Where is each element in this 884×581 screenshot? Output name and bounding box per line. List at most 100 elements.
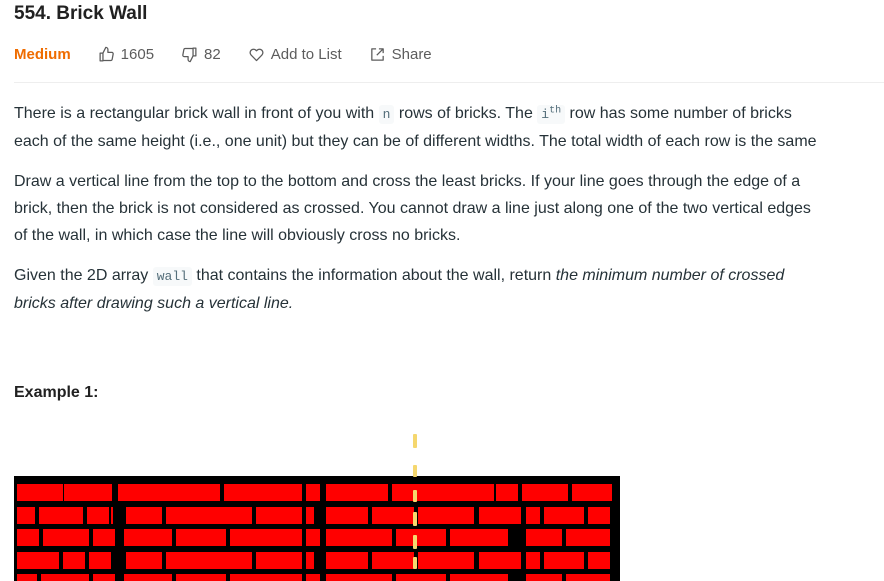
brick	[87, 507, 109, 524]
desc-text: row has some number of bricks	[565, 105, 792, 122]
brick	[418, 552, 474, 569]
add-to-list-label: Add to List	[270, 45, 342, 63]
brick	[224, 484, 302, 501]
vertical-line-dash	[413, 557, 417, 569]
brick	[566, 574, 610, 581]
brick	[450, 574, 508, 581]
description-paragraph-2: Draw a vertical line from the top to the…	[14, 168, 884, 249]
inline-code-i: ith	[537, 105, 566, 124]
desc-text: that contains the information about the …	[191, 267, 556, 284]
problem-description: There is a rectangular brick wall in fro…	[14, 100, 884, 330]
brick	[63, 552, 85, 569]
brick	[326, 484, 388, 501]
brick	[89, 552, 111, 569]
brick	[572, 484, 612, 501]
heart-icon	[249, 48, 264, 61]
brick	[64, 484, 112, 501]
brick	[166, 507, 252, 524]
description-paragraph-1: There is a rectangular brick wall in fro…	[14, 100, 884, 155]
share-label: Share	[391, 45, 432, 63]
brick	[118, 484, 220, 501]
brick	[306, 529, 320, 546]
brick	[39, 507, 83, 524]
brick	[326, 574, 392, 581]
brick	[17, 484, 63, 501]
header-divider	[14, 82, 884, 83]
code-i: i	[541, 107, 550, 122]
brick	[479, 507, 521, 524]
example-title: Example 1:	[14, 384, 99, 401]
brick	[306, 507, 314, 524]
brick	[526, 529, 562, 546]
brick	[126, 552, 162, 569]
brick	[326, 507, 368, 524]
brick	[166, 552, 252, 569]
brick	[588, 507, 610, 524]
brick	[526, 552, 540, 569]
brick	[522, 484, 568, 501]
brick	[17, 552, 59, 569]
brick	[111, 507, 113, 524]
like-button[interactable]: 1605	[98, 46, 154, 63]
dislike-count: 82	[204, 45, 221, 63]
brick	[41, 574, 89, 581]
share-button[interactable]: Share	[369, 46, 432, 63]
share-icon	[370, 47, 384, 61]
brick	[124, 529, 172, 546]
brick-wall-illustration	[14, 434, 620, 581]
problem-meta-bar: Medium 1605 82 Add to List Share	[14, 44, 459, 64]
brick	[93, 574, 115, 581]
brick-wall-bricks	[14, 476, 620, 581]
inline-code-n: n	[378, 105, 395, 124]
brick	[526, 507, 540, 524]
difficulty-label: Medium	[14, 45, 71, 63]
brick	[326, 529, 392, 546]
superscript-th: th	[549, 105, 562, 117]
brick	[230, 574, 302, 581]
vertical-line-dash	[413, 490, 417, 502]
brick	[126, 507, 162, 524]
desc-text: Draw a vertical line from the top to the…	[14, 173, 801, 190]
brick	[450, 529, 508, 546]
brick	[306, 552, 314, 569]
brick	[544, 507, 584, 524]
brick	[43, 529, 89, 546]
brick	[372, 552, 414, 569]
brick	[93, 529, 115, 546]
add-to-list-button[interactable]: Add to List	[248, 46, 342, 63]
desc-text: of the wall, in which case the line will…	[14, 227, 461, 244]
brick	[496, 484, 518, 501]
vertical-line-dash	[413, 512, 417, 526]
brick	[17, 507, 35, 524]
brick	[124, 574, 172, 581]
brick	[588, 552, 610, 569]
vertical-line-dash	[413, 434, 417, 448]
inline-code-wall: wall	[152, 267, 192, 286]
brick	[17, 529, 39, 546]
brick	[544, 552, 584, 569]
brick	[176, 574, 226, 581]
thumbs-down-icon	[182, 46, 197, 62]
brick	[256, 507, 302, 524]
brick	[17, 574, 37, 581]
brick	[372, 507, 414, 524]
like-count: 1605	[120, 45, 155, 63]
desc-text: There is a rectangular brick wall in fro…	[14, 105, 379, 122]
brick	[396, 529, 446, 546]
brick	[306, 484, 320, 501]
problem-title: 554. Brick Wall	[14, 3, 148, 24]
desc-text: each of the same height (i.e., one unit)…	[14, 133, 817, 150]
brick	[418, 507, 474, 524]
brick	[306, 574, 320, 581]
desc-text: rows of bricks. The	[394, 105, 538, 122]
brick	[326, 552, 368, 569]
brick	[256, 552, 302, 569]
desc-emphasis: the minimum number of crossed	[555, 267, 785, 284]
brick	[396, 574, 446, 581]
vertical-line-dashes	[413, 434, 417, 569]
description-paragraph-3: Given the 2D array wall that contains th…	[14, 262, 884, 317]
vertical-line-dash	[413, 465, 417, 477]
brick	[176, 529, 226, 546]
dislike-button[interactable]: 82	[181, 46, 221, 63]
vertical-line-dash	[413, 535, 417, 549]
